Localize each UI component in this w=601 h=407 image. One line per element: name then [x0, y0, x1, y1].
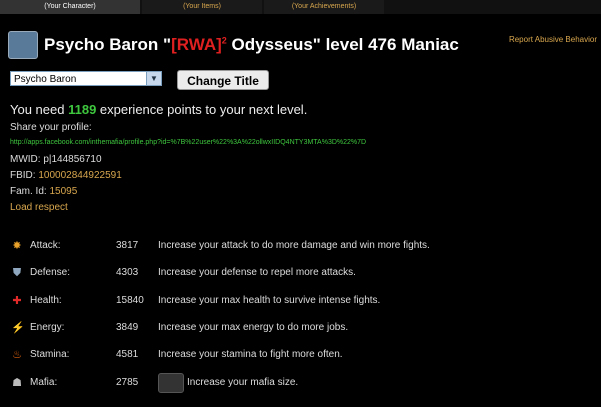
stat-row-stamina: ♨ Stamina: 4581 Increase your stamina to…	[0, 347, 601, 365]
stat-value: 2785	[116, 377, 139, 388]
fbid-row: FBID: 100002844922591	[10, 170, 122, 181]
defense-icon: ⛊	[12, 267, 22, 279]
change-title-button[interactable]: Change Title	[177, 70, 269, 90]
stat-description: Increase your attack to do more damage a…	[158, 240, 430, 251]
health-icon: ✚	[12, 295, 22, 307]
stat-description: Increase your max health to survive inte…	[158, 295, 381, 306]
profile-header: Psycho Baron "[RWA]2 Odysseus" level 476…	[0, 26, 601, 66]
tab-your-character[interactable]: (Your Character)	[0, 0, 140, 14]
tab-your-achievements[interactable]: (Your Achievements)	[264, 0, 384, 14]
famid-row: Fam. Id: 15095	[10, 186, 77, 197]
stat-row-energy: ⚡ Energy: 3849 Increase your max energy …	[0, 320, 601, 338]
load-respect-link[interactable]: Load respect	[10, 202, 68, 213]
stamina-icon: ♨	[12, 349, 22, 361]
stat-value: 4581	[116, 349, 139, 360]
mafia-icon: ☗	[12, 377, 22, 389]
stat-label: Mafia:	[30, 377, 58, 388]
title-select[interactable]: Psycho Baron ▼	[10, 71, 162, 86]
mwid-value: p|144856710	[43, 154, 102, 165]
player-name: Psycho Baron "	[44, 35, 172, 54]
fbid-value[interactable]: 100002844922591	[38, 170, 121, 181]
stat-description: Increase your stamina to fight more ofte…	[158, 349, 343, 360]
page-title: Psycho Baron "[RWA]2 Odysseus" level 476…	[44, 35, 459, 55]
xp-amount: 1189	[68, 102, 97, 117]
stat-label: Stamina:	[30, 349, 70, 360]
stat-description: Increase your mafia size.	[187, 377, 299, 388]
mafia-invite-button[interactable]	[158, 373, 184, 393]
stat-label: Health:	[30, 295, 62, 306]
stat-value: 4303	[116, 267, 139, 278]
share-profile-url[interactable]: http://apps.facebook.com/inthemafia/prof…	[10, 139, 366, 146]
share-profile-label: Share your profile:	[10, 122, 92, 133]
stat-label: Defense:	[30, 267, 71, 278]
stat-value: 15840	[116, 295, 144, 306]
experience-needed: You need 1189 experience points to your …	[10, 102, 307, 117]
stat-label: Attack:	[30, 240, 61, 251]
stat-row-defense: ⛊ Defense: 4303 Increase your defense to…	[0, 265, 601, 283]
xp-prefix: You need	[10, 102, 69, 117]
stat-label: Energy:	[30, 322, 65, 333]
stat-row-mafia: ☗ Mafia: 2785 Increase your mafia size.	[0, 373, 601, 393]
family-tag[interactable]: [RWA]	[171, 35, 222, 54]
famid-label: Fam. Id:	[10, 186, 47, 197]
title-select-value: Psycho Baron	[14, 74, 77, 85]
fbid-label: FBID:	[10, 170, 36, 181]
player-level-class: Odysseus" level 476 Maniac	[226, 35, 459, 54]
attack-icon: ✸	[12, 240, 22, 252]
xp-suffix: experience points to your next level.	[96, 102, 308, 117]
stat-description: Increase your defense to repel more atta…	[158, 267, 356, 278]
tab-your-items[interactable]: (Your Items)	[142, 0, 262, 14]
chevron-down-icon[interactable]: ▼	[146, 72, 161, 85]
stat-value: 3817	[116, 240, 139, 251]
stat-row-attack: ✸ Attack: 3817 Increase your attack to d…	[0, 238, 601, 256]
energy-icon: ⚡	[11, 322, 25, 334]
stat-description: Increase your max energy to do more jobs…	[158, 322, 349, 333]
report-abuse-link[interactable]: Report Abusive Behavior	[509, 35, 597, 44]
profile-logo-icon	[8, 31, 38, 59]
stat-row-health: ✚ Health: 15840 Increase your max health…	[0, 293, 601, 311]
stat-value: 3849	[116, 322, 139, 333]
mwid-label: MWID:	[10, 154, 41, 165]
mwid-row: MWID: p|144856710	[10, 154, 102, 165]
famid-value[interactable]: 15095	[49, 186, 77, 197]
tab-bar: (Your Character) (Your Items) (Your Achi…	[0, 0, 601, 14]
